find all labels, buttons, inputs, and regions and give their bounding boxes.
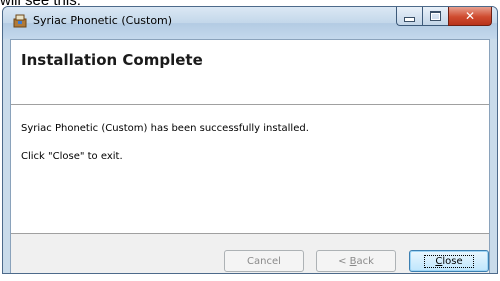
back-mnemonic: B [349, 255, 357, 267]
close-rest: lose [442, 255, 463, 267]
caption-buttons: ✕ [396, 7, 492, 26]
close-icon: ✕ [464, 9, 476, 23]
cancel-button[interactable]: Cancel [224, 250, 304, 272]
maximize-button[interactable] [422, 7, 448, 26]
header-divider [11, 104, 489, 106]
minimize-icon [404, 16, 415, 22]
success-message: Syriac Phonetic (Custom) has been succes… [21, 123, 309, 134]
installer-icon [13, 14, 27, 28]
cancel-button-label: Cancel [247, 255, 281, 267]
exit-instruction: Click "Close" to exit. [21, 151, 123, 162]
back-button[interactable]: < Back [316, 250, 396, 272]
button-bar: Cancel < Back Close [11, 234, 489, 273]
page-title: Installation Complete [21, 51, 203, 69]
client-area: Installation Complete Syriac Phonetic (C… [10, 39, 490, 273]
maximize-icon [430, 11, 441, 21]
back-rest: ack [356, 255, 374, 267]
header-panel: Installation Complete [11, 40, 489, 104]
back-prefix: < [338, 255, 350, 267]
close-window-button[interactable]: ✕ [448, 7, 492, 26]
close-button[interactable]: Close [409, 250, 489, 272]
installer-window: Syriac Phonetic (Custom) ✕ Installation … [2, 6, 498, 274]
window-title: Syriac Phonetic (Custom) [33, 14, 173, 27]
minimize-button[interactable] [396, 7, 422, 26]
title-bar[interactable]: Syriac Phonetic (Custom) ✕ [3, 7, 497, 39]
back-button-label: < Back [338, 256, 374, 267]
close-button-label: Close [424, 254, 474, 268]
